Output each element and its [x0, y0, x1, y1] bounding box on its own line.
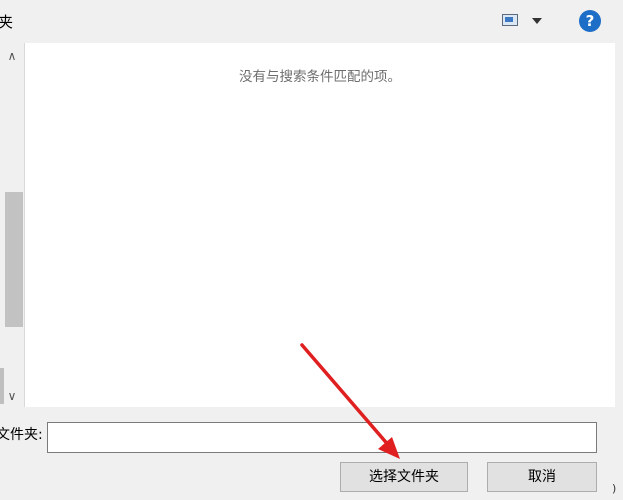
scroll-down-button[interactable]: ∨ [0, 386, 24, 406]
chevron-down-icon[interactable] [532, 18, 542, 24]
change-view-icon[interactable] [502, 14, 518, 26]
select-folder-button[interactable]: 选择文件夹 [340, 462, 468, 492]
file-list-pane[interactable]: 没有与搜索条件匹配的项。 [25, 43, 615, 407]
scrollbar-thumb[interactable] [5, 192, 23, 327]
folder-label: 文件夹: [0, 427, 43, 443]
help-icon[interactable]: ? [579, 10, 601, 32]
toolbar: 夹 ? [0, 0, 623, 43]
cancel-button[interactable]: 取消 [487, 462, 597, 492]
folder-name-input[interactable] [47, 422, 597, 453]
corner-fragment: ) [612, 482, 617, 495]
scroll-up-button[interactable]: ∧ [0, 46, 24, 66]
dialog-title: 夹 [0, 13, 14, 31]
window-edge [615, 43, 623, 407]
empty-results-message: 没有与搜索条件匹配的项。 [239, 69, 401, 85]
